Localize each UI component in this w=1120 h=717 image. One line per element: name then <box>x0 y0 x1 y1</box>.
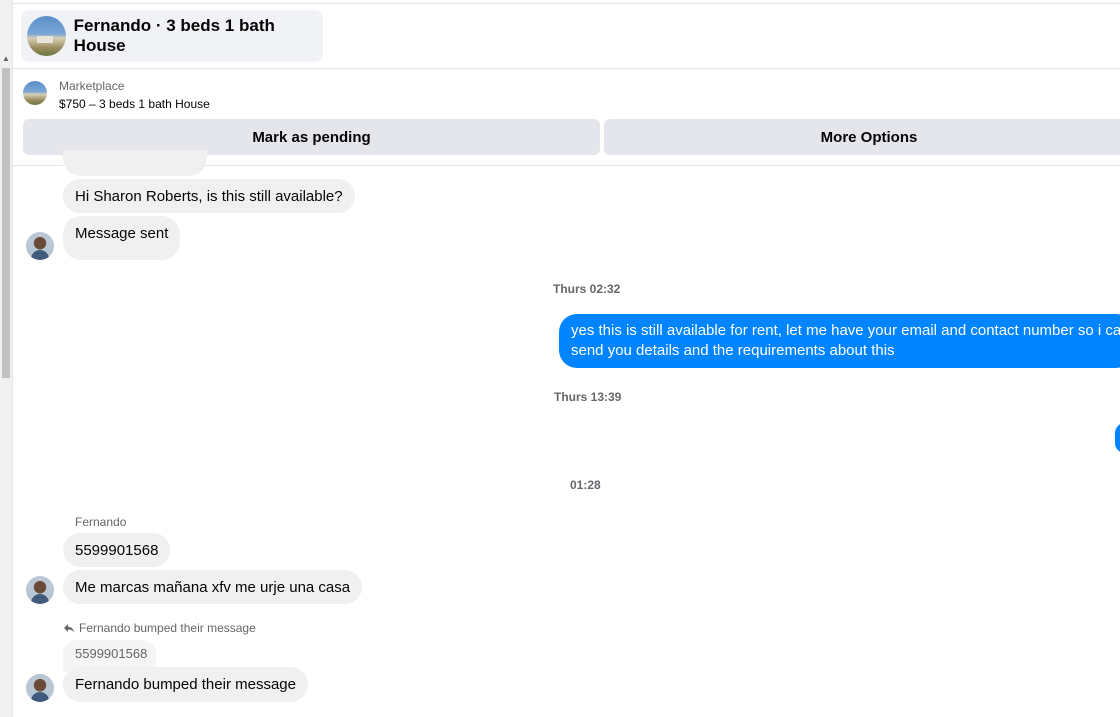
message-bubble-spanish: Me marcas mañana xfv me urje una casa <box>63 570 363 604</box>
message-sent-bubble: Message sent <box>63 216 181 260</box>
outgoing-message-bubble: yes this is still available for rent, le… <box>559 314 1120 368</box>
scrollbar[interactable]: ▲ <box>0 0 13 717</box>
top-divider <box>12 3 1120 4</box>
scrollbar-thumb[interactable] <box>2 68 10 378</box>
conversation-header[interactable]: Fernando · 3 beds 1 bath House <box>21 10 323 62</box>
avatar[interactable] <box>26 232 54 260</box>
more-options-button[interactable]: More Options <box>604 119 1120 155</box>
outgoing-message-partial <box>1115 423 1120 453</box>
timestamp-2: Thurs 13:39 <box>554 390 622 404</box>
bump-notice-text: Fernando bumped their message <box>79 621 256 635</box>
message-bubble-greeting: Hi Sharon Roberts, is this still availab… <box>63 179 355 213</box>
avatar[interactable] <box>26 674 54 702</box>
header-divider <box>12 68 1120 69</box>
reply-arrow-icon <box>64 624 74 633</box>
message-bubble-phone: 5599901568 <box>63 533 171 567</box>
bump-notice: Fernando bumped their message <box>63 621 256 635</box>
timestamp-3: 01:28 <box>570 478 601 492</box>
sender-name: Fernando <box>75 515 127 529</box>
listing-title[interactable]: $750 – 3 beds 1 bath House <box>59 97 210 111</box>
timestamp-1: Thurs 02:32 <box>553 282 621 296</box>
message-sent-text: Message sent <box>75 225 169 242</box>
avatar[interactable] <box>26 576 54 604</box>
marketplace-label: Marketplace <box>59 79 125 93</box>
previous-message-bubble <box>63 150 207 176</box>
message-bubble-bump: Fernando bumped their message <box>63 667 308 702</box>
outgoing-message-line-2: send you details and the requirements ab… <box>571 342 895 359</box>
scroll-up-arrow-icon[interactable]: ▲ <box>1 54 11 64</box>
outgoing-message-line-1: yes this is still available for rent, le… <box>571 322 1120 339</box>
conversation-title: Fernando · 3 beds 1 bath House <box>73 16 275 55</box>
marketplace-listing-thumbnail[interactable] <box>23 81 47 105</box>
listing-avatar <box>27 16 66 56</box>
